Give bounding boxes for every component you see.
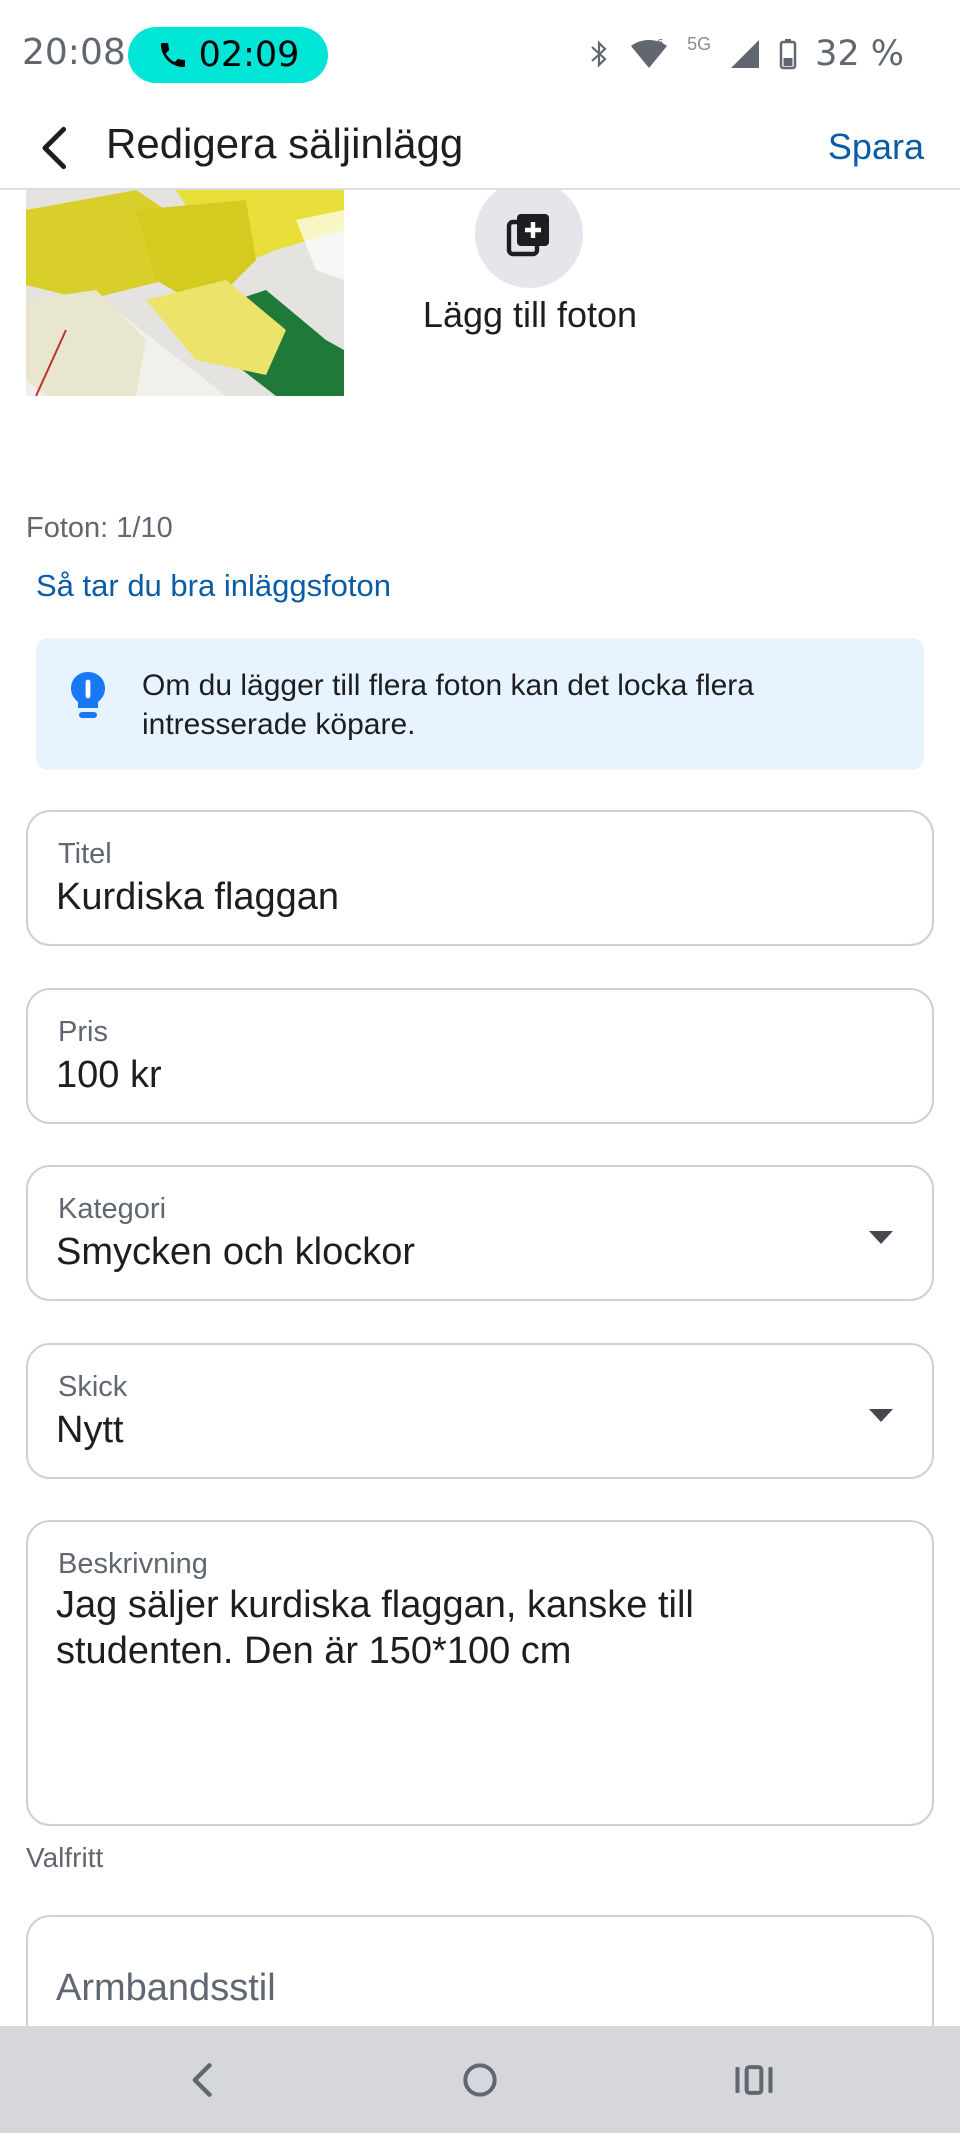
call-timer: 02:09 xyxy=(198,35,300,75)
description-value: Jag säljer kurdiska flaggan, kanske till… xyxy=(56,1584,694,1672)
page-title: Redigera säljinlägg xyxy=(106,120,464,167)
phone-icon xyxy=(160,43,185,67)
category-label: Kategori xyxy=(58,1193,167,1225)
tip-text: Om du lägger till flera foton kan det lo… xyxy=(142,669,754,741)
description-label: Beskrivning xyxy=(58,1548,208,1580)
battery-icon xyxy=(779,39,797,70)
condition-value: Nytt xyxy=(56,1409,124,1451)
price-field[interactable]: Pris 100 kr xyxy=(26,988,934,1124)
optional-note: Valfritt xyxy=(26,1842,104,1873)
dropdown-arrow-icon xyxy=(869,1409,893,1422)
battery-percent: 32 % xyxy=(815,34,904,74)
photo-count: Foton: 1/10 xyxy=(26,512,173,544)
lightbulb-icon xyxy=(71,672,105,718)
signal-icon xyxy=(731,40,760,68)
nav-home-button[interactable] xyxy=(440,2046,520,2114)
nav-recents-button[interactable] xyxy=(714,2046,794,2114)
listing-photo[interactable] xyxy=(26,190,344,396)
status-icons: 6 5G 32 % xyxy=(587,34,904,74)
nav-home-icon xyxy=(463,2063,497,2097)
price-value: 100 kr xyxy=(56,1054,162,1096)
back-arrow-icon xyxy=(42,126,67,170)
bluetooth-icon xyxy=(591,40,607,68)
system-nav-bar xyxy=(0,2026,960,2133)
add-photo-icon xyxy=(506,214,549,257)
photo-tips-link[interactable]: Så tar du bra inläggsfoton xyxy=(36,568,391,604)
back-button[interactable] xyxy=(30,118,80,178)
add-photos-button[interactable]: Lägg till foton xyxy=(400,180,660,340)
status-time: 20:08 xyxy=(22,32,126,73)
condition-dropdown[interactable]: Skick Nytt xyxy=(26,1343,934,1479)
category-value: Smycken och klockor xyxy=(56,1231,416,1273)
add-photos-label: Lägg till foton xyxy=(422,294,638,335)
app-header: Redigera säljinlägg Spara xyxy=(0,112,960,190)
ongoing-call-pill[interactable]: 02:09 xyxy=(128,27,328,83)
title-label: Titel xyxy=(58,838,112,870)
save-button[interactable]: Spara xyxy=(828,126,924,168)
add-photo-circle xyxy=(475,180,583,288)
title-value: Kurdiska flaggan xyxy=(56,876,340,918)
category-dropdown[interactable]: Kategori Smycken och klockor xyxy=(26,1165,934,1301)
svg-text:6: 6 xyxy=(657,38,663,49)
wifi-icon: 6 xyxy=(631,38,668,68)
nav-recents-icon xyxy=(735,2065,773,2095)
price-label: Pris xyxy=(58,1016,108,1048)
bracelet-style-placeholder: Armbandsstil xyxy=(56,1967,276,2009)
condition-label: Skick xyxy=(58,1371,128,1403)
description-textarea[interactable]: Beskrivning Jag säljer kurdiska flaggan,… xyxy=(26,1520,934,1826)
network-type: 5G xyxy=(687,33,712,54)
tip-banner: Om du lägger till flera foton kan det lo… xyxy=(36,638,924,770)
nav-back-icon xyxy=(192,2063,212,2097)
title-field[interactable]: Titel Kurdiska flaggan xyxy=(26,810,934,946)
dropdown-arrow-icon xyxy=(869,1231,893,1244)
nav-back-button[interactable] xyxy=(164,2046,244,2114)
status-bar: 20:08 02:09 6 5G 32 % xyxy=(0,0,960,112)
